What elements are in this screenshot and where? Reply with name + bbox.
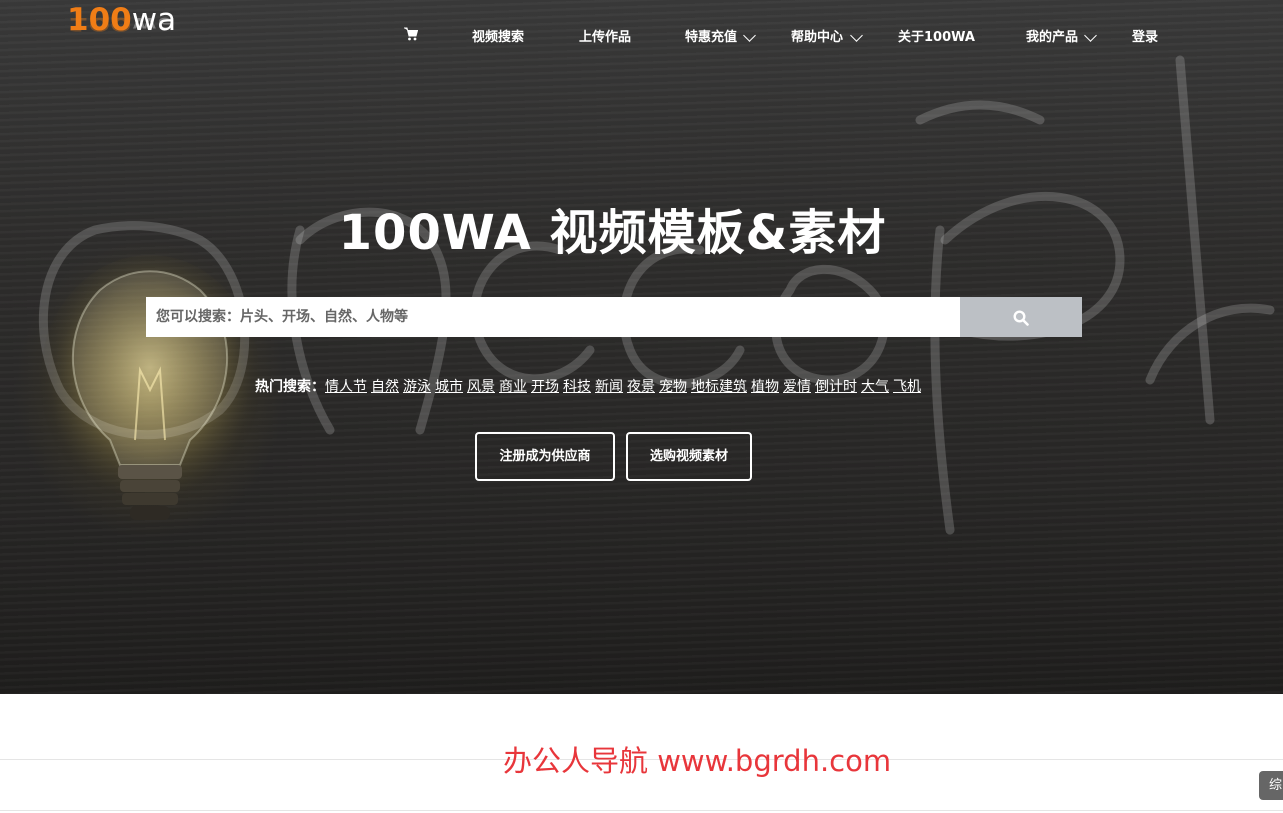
chevron-down-icon[interactable]: [743, 29, 756, 42]
hot-tag-link[interactable]: 大气: [861, 379, 889, 395]
hot-tag-link[interactable]: 新闻: [595, 379, 623, 395]
nav-video-search[interactable]: 视频搜索: [472, 28, 524, 48]
side-floating-tab[interactable]: 综: [1259, 771, 1283, 800]
nav-my-products[interactable]: 我的产品: [1026, 28, 1078, 48]
hot-tag-link[interactable]: 商业: [499, 379, 527, 395]
nav-about[interactable]: 关于100WA: [898, 28, 975, 48]
page-title: 100WA 视频模板&素材: [338, 205, 887, 261]
hot-tag-link[interactable]: 城市: [435, 379, 463, 395]
nav-upload-work[interactable]: 上传作品: [579, 28, 631, 48]
hot-searches: 热门搜索：情人节 自然 游泳 城市 风景 商业 开场 科技 新闻 夜景 宠物 地标建筑 植物 爱情 倒计时大…: [255, 377, 921, 397]
search-button[interactable]: [960, 297, 1082, 337]
register-supplier-button[interactable]: 注册成为供应商: [475, 432, 615, 481]
hot-tag-link[interactable]: 宠物: [659, 379, 687, 395]
hot-tag-link[interactable]: 倒计时: [815, 379, 857, 395]
hot-searches-label: 热门搜索：: [255, 379, 325, 395]
cart-icon[interactable]: [404, 27, 419, 48]
hot-tag-link[interactable]: 自然: [371, 379, 399, 395]
hot-tag-link[interactable]: 开场: [531, 379, 559, 395]
light-bulb-image: [40, 255, 260, 520]
nav-recharge[interactable]: 特惠充值: [685, 28, 737, 48]
hot-tag-link[interactable]: 游泳: [403, 379, 431, 395]
search-icon: [1013, 310, 1029, 326]
chevron-down-icon[interactable]: [850, 29, 863, 42]
hot-tag-link[interactable]: 夜景: [627, 379, 655, 395]
buy-video-assets-button[interactable]: 选购视频素材: [626, 432, 752, 481]
hot-tag-link[interactable]: 科技: [563, 379, 591, 395]
hot-tag-link[interactable]: 植物: [751, 379, 779, 395]
hot-tag-link[interactable]: 爱情: [783, 379, 811, 395]
main-nav: 视频搜索 上传作品 特惠充值 帮助中心 关于100WA 我的产品 登录: [0, 27, 1283, 48]
hot-tag-link[interactable]: 风景: [467, 379, 495, 395]
hot-tag-link[interactable]: 地标建筑: [691, 379, 747, 395]
hero-banner: 100wa 100wa 视频搜索 上传作品 特惠充值 帮助中心 关于100WA …: [0, 0, 1283, 694]
hot-tag-link[interactable]: 飞机: [893, 379, 921, 395]
nav-help-center[interactable]: 帮助中心: [791, 28, 843, 48]
watermark-text: 办公人导航 www.bgrdh.com: [503, 744, 892, 778]
nav-login[interactable]: 登录: [1132, 28, 1158, 48]
divider: [0, 810, 1283, 811]
hot-tag-link[interactable]: 情人节: [325, 379, 367, 395]
chevron-down-icon[interactable]: [1084, 29, 1097, 42]
search-input[interactable]: [146, 297, 960, 337]
